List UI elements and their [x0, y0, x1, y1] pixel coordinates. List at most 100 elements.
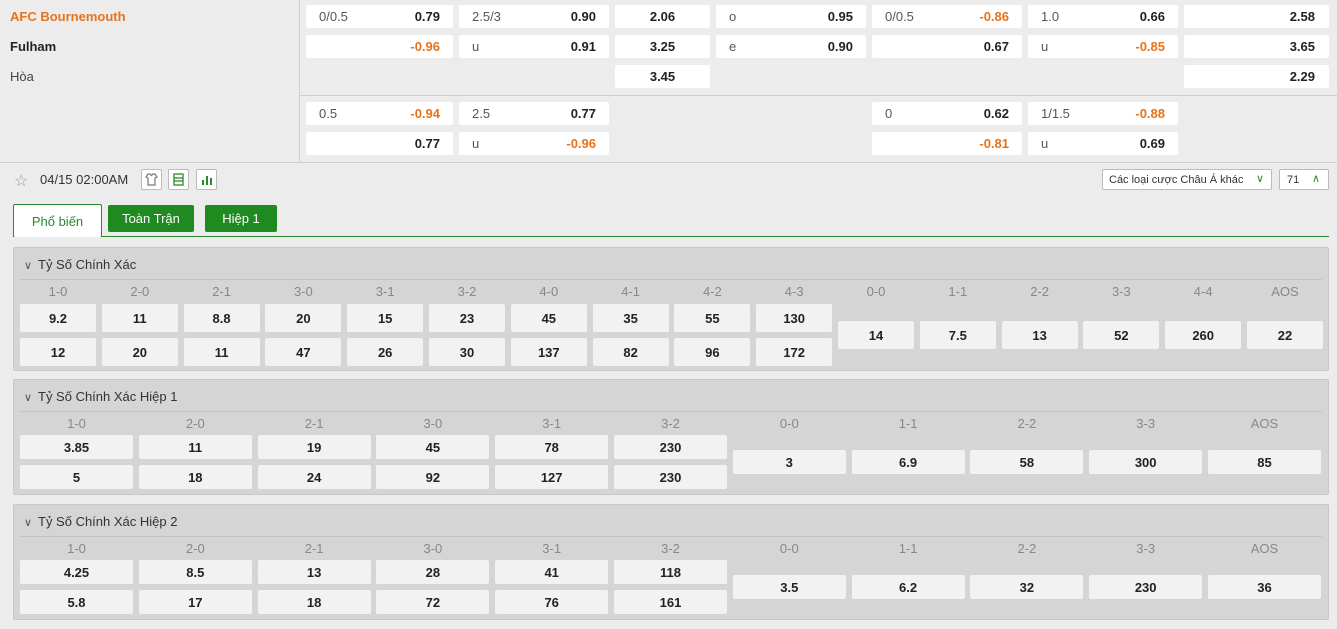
- h1-ou-alt-over-odd[interactable]: 1/1.5 -0.88: [1028, 102, 1178, 125]
- score-odd-home[interactable]: 55: [674, 304, 751, 332]
- score-odd-away[interactable]: 82: [592, 338, 669, 366]
- score-odd-away[interactable]: 76: [495, 590, 609, 614]
- score-odd-home[interactable]: 130: [756, 304, 833, 332]
- score-odd-home[interactable]: 9.2: [20, 304, 96, 332]
- jersey-icon[interactable]: [141, 169, 162, 190]
- score-odd-home[interactable]: 8.5: [138, 560, 252, 584]
- score-odd-draw[interactable]: 32: [970, 575, 1084, 599]
- score-odd-home[interactable]: 45: [376, 435, 490, 459]
- score-odd-draw[interactable]: 13: [1001, 321, 1078, 349]
- h1-ah-alt-home-odd[interactable]: 0 0.62: [872, 102, 1022, 125]
- panel-header[interactable]: ∨ Tỷ Số Chính Xác Hiệp 1: [24, 389, 177, 404]
- score-odd-home[interactable]: 13: [257, 560, 371, 584]
- score-odd-home[interactable]: 28: [376, 560, 490, 584]
- score-odd-draw[interactable]: 7.5: [919, 321, 996, 349]
- score-odd-away[interactable]: 18: [257, 590, 371, 614]
- score-odd-draw[interactable]: 3: [732, 450, 846, 474]
- 1x2-draw-odd[interactable]: 3.45: [615, 65, 710, 88]
- h1-ou-alt-under-odd[interactable]: u 0.69: [1028, 132, 1178, 155]
- score-odd-away[interactable]: 137: [510, 338, 587, 366]
- ah-home-odd[interactable]: 0/0.5 0.79: [306, 5, 453, 28]
- score-odd-away[interactable]: 230: [614, 465, 727, 489]
- score-odd-draw[interactable]: 58: [970, 450, 1084, 474]
- h1-ou-under-odd[interactable]: u -0.85: [1028, 35, 1178, 58]
- score-odd-home[interactable]: 230: [614, 435, 727, 459]
- h1-ah-away-odd[interactable]: 0.67: [872, 35, 1022, 58]
- score-odd-home[interactable]: 41: [495, 560, 609, 584]
- score-odd-home[interactable]: 23: [429, 304, 505, 332]
- score-odd-away[interactable]: 11: [183, 338, 260, 366]
- panel-header[interactable]: ∨ Tỷ Số Chính Xác: [24, 257, 136, 272]
- score-odd-away[interactable]: 24: [257, 465, 371, 489]
- panel-title: Tỷ Số Chính Xác Hiệp 1: [38, 389, 178, 404]
- home-team-name[interactable]: AFC Bournemouth: [10, 9, 126, 24]
- score-odd-draw[interactable]: 52: [1083, 321, 1160, 349]
- ou-over-odd[interactable]: 2.5/3 0.90: [459, 5, 609, 28]
- 1x2-home-odd[interactable]: 2.06: [615, 5, 710, 28]
- score-odd-away[interactable]: 92: [376, 465, 490, 489]
- markets-count-toggle[interactable]: 71 ∧: [1279, 169, 1329, 190]
- score-odd-home[interactable]: 19: [257, 435, 371, 459]
- score-odd-away[interactable]: 30: [429, 338, 505, 366]
- score-odd-away[interactable]: 26: [347, 338, 424, 366]
- h1-1x2-draw-odd[interactable]: 2.29: [1184, 65, 1329, 88]
- ou-alt-under-odd[interactable]: u -0.96: [459, 132, 609, 155]
- bet-type-dropdown[interactable]: Các loại cược Châu Á khác ∨: [1102, 169, 1272, 190]
- star-favorite-icon[interactable]: ☆: [14, 171, 32, 190]
- score-odd-away[interactable]: 12: [20, 338, 96, 366]
- h1-ah-alt-away-odd[interactable]: -0.81: [872, 132, 1022, 155]
- score-label: AOS: [1271, 284, 1299, 299]
- score-odd-home[interactable]: 11: [138, 435, 252, 459]
- odd-even-odd[interactable]: e 0.90: [716, 35, 866, 58]
- score-label: AOS: [1250, 416, 1279, 431]
- score-odd-away[interactable]: 5: [20, 465, 133, 489]
- ou-under-odd[interactable]: u 0.91: [459, 35, 609, 58]
- tab-full-time[interactable]: Toàn Trận: [108, 205, 194, 232]
- tab-first-half[interactable]: Hiệp 1: [205, 205, 277, 232]
- score-odd-home[interactable]: 35: [592, 304, 669, 332]
- score-odd-home[interactable]: 3.85: [20, 435, 133, 459]
- score-odd-draw[interactable]: 36: [1208, 575, 1321, 599]
- score-odd-home[interactable]: 78: [495, 435, 609, 459]
- h1-1x2-away-odd[interactable]: 3.65: [1184, 35, 1329, 58]
- stats-chart-icon[interactable]: [196, 169, 217, 190]
- ah-alt-home-odd[interactable]: 0.5 -0.94: [306, 102, 453, 125]
- score-odd-draw[interactable]: 3.5: [732, 575, 846, 599]
- ah-away-odd[interactable]: -0.96: [306, 35, 453, 58]
- score-odd-away[interactable]: 172: [756, 338, 833, 366]
- score-odd-draw[interactable]: 300: [1089, 450, 1203, 474]
- score-odd-away[interactable]: 96: [674, 338, 751, 366]
- score-odd-away[interactable]: 72: [376, 590, 490, 614]
- h1-1x2-home-odd[interactable]: 2.58: [1184, 5, 1329, 28]
- score-odd-draw[interactable]: 22: [1247, 321, 1323, 349]
- score-odd-draw[interactable]: 230: [1089, 575, 1203, 599]
- 1x2-away-odd[interactable]: 3.25: [615, 35, 710, 58]
- odd-even-odd[interactable]: o 0.95: [716, 5, 866, 28]
- score-odd-home[interactable]: 118: [614, 560, 727, 584]
- score-odd-home[interactable]: 20: [265, 304, 342, 332]
- score-odd-draw[interactable]: 14: [838, 321, 914, 349]
- score-odd-home[interactable]: 4.25: [20, 560, 133, 584]
- score-odd-away[interactable]: 47: [265, 338, 342, 366]
- score-odd-away[interactable]: 17: [138, 590, 252, 614]
- score-odd-home[interactable]: 45: [510, 304, 587, 332]
- score-odd-home[interactable]: 8.8: [183, 304, 260, 332]
- score-odd-draw[interactable]: 6.2: [851, 575, 965, 599]
- score-odd-draw[interactable]: 6.9: [851, 450, 965, 474]
- tab-popular[interactable]: Phổ biến: [13, 204, 102, 237]
- score-odd-home[interactable]: 11: [101, 304, 178, 332]
- score-odd-home[interactable]: 15: [347, 304, 424, 332]
- h1-ou-over-odd[interactable]: 1.0 0.66: [1028, 5, 1178, 28]
- h1-ah-home-odd[interactable]: 0/0.5 -0.86: [872, 5, 1022, 28]
- ah-alt-away-odd[interactable]: 0.77: [306, 132, 453, 155]
- score-odd-draw[interactable]: 260: [1165, 321, 1242, 349]
- score-odd-away[interactable]: 5.8: [20, 590, 133, 614]
- lineup-icon[interactable]: [168, 169, 189, 190]
- score-odd-away[interactable]: 127: [495, 465, 609, 489]
- ou-alt-over-odd[interactable]: 2.5 0.77: [459, 102, 609, 125]
- panel-header[interactable]: ∨ Tỷ Số Chính Xác Hiệp 2: [24, 514, 177, 529]
- score-odd-away[interactable]: 20: [101, 338, 178, 366]
- score-odd-draw[interactable]: 85: [1208, 450, 1321, 474]
- score-odd-away[interactable]: 161: [614, 590, 727, 614]
- score-odd-away[interactable]: 18: [138, 465, 252, 489]
